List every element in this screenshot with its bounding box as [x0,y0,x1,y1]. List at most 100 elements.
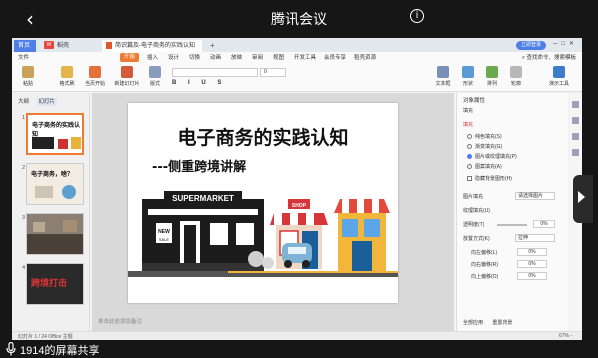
outline-button[interactable]: 轮廓 [506,66,526,87]
slide-panel-tabs: 大纲 幻灯片 [18,97,63,106]
fill-gradient[interactable]: 渐变填充(G) [467,143,502,150]
slide-thumb-2[interactable]: 电子商务，啥？ [26,163,84,205]
screen-share-label: 1914的屏幕共享 [20,345,100,357]
apply-all-button[interactable]: 全部应用 [463,320,483,326]
command-search[interactable]: ⌕ 查找命令、搜索模板 [522,52,576,64]
new-sign: NEW [158,229,170,235]
text-box-icon [437,66,449,78]
format-painter-button[interactable]: 格式刷 [56,66,78,87]
hide-background[interactable]: 隐藏背景图形(H) [467,175,512,182]
menu-review[interactable]: 审阅 [252,52,263,64]
font-size-select[interactable]: 0 [260,68,286,77]
tab-outline[interactable]: 大纲 [18,99,29,105]
paste-button[interactable]: 粘贴 [18,66,38,87]
paste-label: 粘贴 [22,81,33,87]
fill-header[interactable]: 填充 [463,121,473,128]
slide-panel: 大纲 幻灯片 1 电子商务的实践认知 2 电子商务，啥？ 3 4 跨境打击 [12,93,90,331]
radio-icon[interactable] [467,154,472,160]
text-box-label: 文本框 [435,81,451,87]
reset-background-button[interactable]: 重置背景 [492,320,512,326]
object-properties-pane: 对象属性 填充 填充 纯色填充(S) 渐变填充(G) 图片或纹理填充(P) 图案… [456,93,568,331]
menu-slideshow[interactable]: 放映 [231,52,242,64]
properties-icon[interactable] [572,101,579,108]
current-slide[interactable]: 电子商务的实践认知 ---侧重跨境讲解 SUPERMARKET NEW SALE [128,103,398,303]
text-box-button[interactable]: 文本框 [432,66,454,87]
wps-logo-icon: W [44,41,54,50]
brush-icon [61,66,73,78]
thumb-number: 1 [22,115,26,121]
up-offset-value[interactable]: 0% [517,272,547,280]
speaker-notes[interactable]: 单击此处添加备注 [98,317,142,325]
zoom-level[interactable]: 67% - [559,333,572,339]
menu-transition[interactable]: 切换 [189,52,200,64]
expand-panel-handle[interactable] [573,175,593,223]
radio-icon[interactable] [467,164,472,170]
supermarket-sign: SUPERMARKET [172,194,234,203]
status-bar: 幻灯片 1 / 24 Office 主题 67% - [12,331,582,340]
new-slide-label: 新建幻灯片 [114,81,140,87]
login-button[interactable]: 立即登录 [515,41,546,50]
thumb-number: 3 [22,215,26,221]
microphone-icon[interactable] [6,342,16,356]
transparency-slider[interactable] [497,224,527,226]
shapes-label: 形状 [462,81,473,87]
left-offset-value[interactable]: 0% [517,248,547,256]
tab-slides[interactable]: 幻灯片 [36,98,58,106]
menu-file[interactable]: 文件 [18,52,29,64]
fill-picture-label: 图片或纹理填充(P) [475,154,517,160]
command-search-label: 查找命令、搜索模板 [526,55,576,61]
tab-document[interactable]: 简识篇及-电子商务的实践认知 [102,40,202,52]
checkbox-icon[interactable] [467,176,472,182]
format-buttons[interactable]: B I U S [172,80,226,86]
shapes-button[interactable]: 形状 [458,66,478,87]
new-tab-icon[interactable]: + [206,40,219,52]
slide-thumb-1[interactable]: 电子商务的实践认知 [26,113,84,155]
radio-icon[interactable] [467,134,472,140]
styles-icon[interactable] [572,133,579,140]
fill-picture[interactable]: 图片或纹理填充(P) [467,153,517,160]
slide-stage: 电子商务的实践认知 ---侧重跨境讲解 SUPERMARKET NEW SALE [92,93,454,331]
new-slide-icon [121,66,133,78]
arrange-button[interactable]: 排列 [482,66,502,87]
fill-tab[interactable]: 填充 [463,107,473,114]
tab-home[interactable]: 首页 [14,40,36,52]
backup-icon[interactable] [572,149,579,156]
thumb-image [35,185,76,199]
placement-label: 放置方式(K) [463,236,490,242]
tab-wps[interactable]: W 稻壳 [40,40,73,52]
slide-thumb-title: 跨境打击 [31,278,68,288]
slide-thumb-3[interactable] [26,213,84,255]
animation-icon[interactable] [572,117,579,124]
menu-docer[interactable]: 稻壳资源 [354,52,376,64]
placement-select[interactable]: 拉伸 [515,234,555,242]
menu-developer[interactable]: 开发工具 [294,52,316,64]
menu-view[interactable]: 视图 [273,52,284,64]
arrange-icon [486,66,498,78]
new-slide-button[interactable]: 新建幻灯片 [112,66,142,87]
shops-illustration: SUPERMARKET NEW SALE SHOP [128,191,398,277]
layout-button[interactable]: 版式 [146,66,164,87]
format-painter-label: 格式刷 [59,81,75,87]
from-current-button[interactable]: 当页开始 [82,66,108,87]
texture-label: 纹理填充(U) [463,208,490,214]
menu-animation[interactable]: 动画 [210,52,221,64]
left-offset-label: 向左偏移(L) [471,250,498,256]
slide-thumb-4[interactable]: 跨境打击 [26,263,84,305]
window-controls[interactable]: ─□✕ [553,40,578,47]
picture-fill-select[interactable]: 请选择图片 [515,192,555,200]
info-icon[interactable]: i [410,9,424,23]
menu-start[interactable]: 开始 [120,53,140,62]
right-offset-label: 向右偏移(R) [471,262,498,268]
menu-design[interactable]: 设计 [168,52,179,64]
font-name-select[interactable] [172,68,258,77]
fill-solid[interactable]: 纯色填充(S) [467,133,502,140]
presenter-tools-button[interactable]: 演示工具 [544,66,574,87]
radio-icon[interactable] [467,144,472,150]
arrange-label: 排列 [486,81,497,87]
transparency-label: 透明度(T) [463,222,485,228]
menu-insert[interactable]: 插入 [147,52,158,64]
menu-member[interactable]: 会员专享 [324,52,346,64]
transparency-value[interactable]: 0% [533,220,555,228]
fill-pattern[interactable]: 图案填充(A) [467,163,502,170]
right-offset-value[interactable]: 0% [517,260,547,268]
